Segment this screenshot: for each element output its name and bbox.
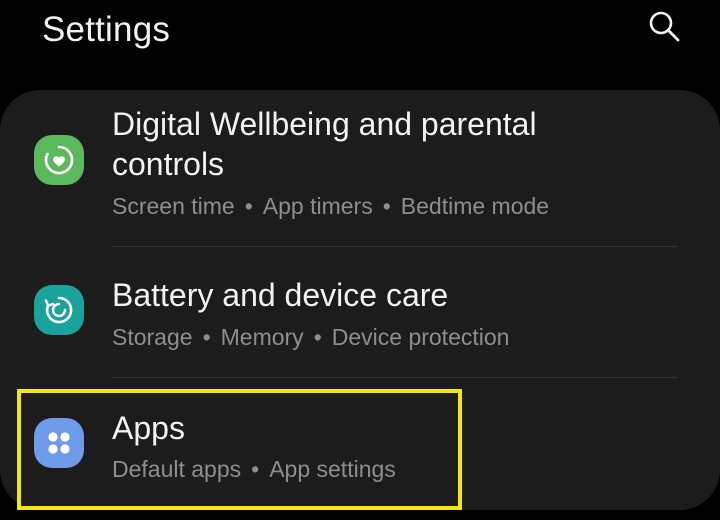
separator-dot: • xyxy=(244,193,253,219)
page-title: Settings xyxy=(42,10,171,49)
settings-screen: Settings Digital Wellbeing and parental … xyxy=(0,0,720,520)
item-subtitle: Screen time • App timers • Bedtime mode xyxy=(112,191,692,221)
separator-dot: • xyxy=(202,324,211,350)
item-subtitle: Storage • Memory • Device protection xyxy=(112,322,692,352)
subtitle-part: Default apps xyxy=(112,456,242,482)
item-title-line1: Digital Wellbeing and parental xyxy=(112,106,537,142)
settings-card: Digital Wellbeing and parental controls … xyxy=(0,90,720,510)
subtitle-part: Screen time xyxy=(112,193,235,219)
separator-dot: • xyxy=(251,456,260,482)
settings-item-digital-wellbeing[interactable]: Digital Wellbeing and parental controls … xyxy=(0,90,720,246)
settings-item-battery[interactable]: Battery and device care Storage • Memory • D… xyxy=(0,247,720,377)
search-icon xyxy=(649,11,680,42)
subtitle-part: Device protection xyxy=(331,324,510,350)
apps-grid-icon xyxy=(34,418,84,468)
digital-wellbeing-icon xyxy=(34,135,84,185)
settings-item-apps[interactable]: Apps Default apps • App settings xyxy=(0,378,720,508)
item-title: Apps xyxy=(112,410,185,446)
subtitle-part: Bedtime mode xyxy=(400,193,550,219)
subtitle-part: App timers xyxy=(262,193,373,219)
search-button[interactable] xyxy=(644,6,684,46)
subtitle-part: Memory xyxy=(220,324,304,350)
device-care-icon xyxy=(34,285,84,335)
item-subtitle: Default apps • App settings xyxy=(112,454,692,484)
subtitle-part: App settings xyxy=(269,456,396,482)
item-title: Battery and device care xyxy=(112,277,449,313)
subtitle-part: Storage xyxy=(112,324,193,350)
separator-dot: • xyxy=(313,324,322,350)
separator-dot: • xyxy=(382,193,391,219)
item-title-line2: controls xyxy=(112,146,225,182)
